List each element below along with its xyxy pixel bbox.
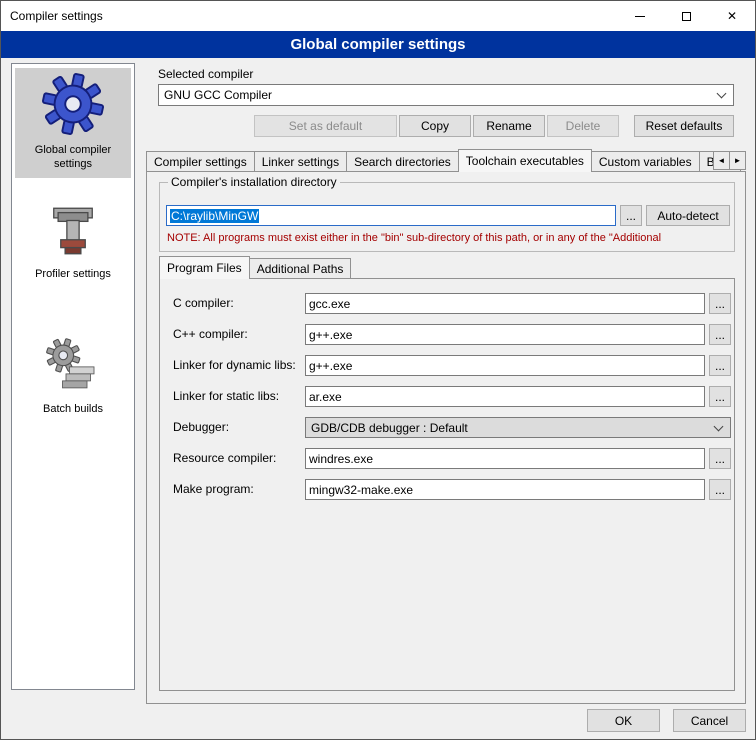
tab-linker-settings[interactable]: Linker settings — [254, 151, 347, 172]
profiler-icon — [45, 203, 101, 259]
dialog-content: Global compiler settings Profiler settin… — [1, 58, 755, 739]
settings-tabstrip: Compiler settings Linker settings Search… — [146, 149, 746, 172]
installation-directory-group: Compiler's installation directory C:\ray… — [159, 182, 735, 252]
tab-search-directories[interactable]: Search directories — [346, 151, 459, 172]
minimize-icon — [635, 16, 645, 17]
cpp-compiler-input[interactable] — [305, 324, 705, 345]
tab-additional-paths[interactable]: Additional Paths — [249, 258, 352, 279]
sidebar-item-global-compiler-settings[interactable]: Global compiler settings — [15, 68, 131, 178]
batch-builds-icon — [45, 338, 101, 394]
tab-compiler-settings[interactable]: Compiler settings — [146, 151, 255, 172]
debugger-select[interactable]: GDB/CDB debugger : Default — [305, 417, 731, 438]
close-button[interactable]: ✕ — [709, 1, 755, 31]
c-compiler-browse-button[interactable]: ... — [709, 293, 731, 314]
page-title: Global compiler settings — [1, 31, 755, 58]
cancel-button[interactable]: Cancel — [673, 709, 746, 732]
resource-compiler-label: Resource compiler: — [173, 451, 276, 465]
sidebar-item-label: Batch builds — [17, 403, 129, 417]
rename-button[interactable]: Rename — [473, 115, 545, 137]
static-linker-browse-button[interactable]: ... — [709, 386, 731, 407]
c-compiler-input[interactable] — [305, 293, 705, 314]
make-program-label: Make program: — [173, 482, 254, 496]
reset-defaults-button[interactable]: Reset defaults — [634, 115, 734, 137]
ok-button[interactable]: OK — [587, 709, 660, 732]
programs-tabstrip: Program Files Additional Paths — [159, 256, 735, 279]
debugger-value: GDB/CDB debugger : Default — [311, 421, 711, 435]
debugger-label: Debugger: — [173, 420, 229, 434]
selected-compiler-select[interactable]: GNU GCC Compiler — [158, 84, 734, 106]
copy-button[interactable]: Copy — [399, 115, 471, 137]
tab-program-files[interactable]: Program Files — [159, 256, 250, 279]
make-program-input[interactable] — [305, 479, 705, 500]
install-note: NOTE: All programs must exist either in … — [167, 232, 731, 244]
delete-button[interactable]: Delete — [547, 115, 619, 137]
sidebar-item-batch-builds[interactable]: Batch builds — [15, 333, 131, 423]
gear-icon — [42, 73, 104, 135]
tab-scroll-buttons: ◄ ► — [714, 151, 746, 170]
minimize-button[interactable] — [617, 1, 663, 31]
installation-directory-label: Compiler's installation directory — [168, 175, 340, 189]
program-files-panel: C compiler: ... C++ compiler: ... Linker… — [159, 278, 735, 691]
sidebar-item-label: Global compiler settings — [17, 144, 129, 172]
static-linker-label: Linker for static libs: — [173, 389, 279, 403]
window-title: Compiler settings — [1, 9, 617, 23]
installation-directory-browse-button[interactable]: ... — [620, 205, 642, 226]
sidebar-item-label: Profiler settings — [17, 268, 129, 282]
installation-directory-value: C:\raylib\MinGW — [170, 209, 259, 223]
selected-compiler-value: GNU GCC Compiler — [164, 88, 714, 102]
close-icon: ✕ — [727, 10, 737, 22]
chevron-down-icon — [714, 421, 724, 431]
make-program-browse-button[interactable]: ... — [709, 479, 731, 500]
tab-scroll-left-button[interactable]: ◄ — [713, 151, 730, 170]
sidebar-item-profiler-settings[interactable]: Profiler settings — [15, 198, 131, 288]
dynamic-linker-label: Linker for dynamic libs: — [173, 358, 296, 372]
titlebar[interactable]: Compiler settings ✕ — [1, 1, 755, 31]
toolchain-executables-panel: Compiler's installation directory C:\ray… — [146, 171, 746, 704]
dynamic-linker-input[interactable] — [305, 355, 705, 376]
category-sidebar: Global compiler settings Profiler settin… — [11, 63, 135, 690]
cpp-compiler-label: C++ compiler: — [173, 327, 248, 341]
compiler-settings-window: Compiler settings ✕ Global compiler sett… — [0, 0, 756, 740]
installation-directory-input[interactable]: C:\raylib\MinGW — [166, 205, 616, 226]
c-compiler-label: C compiler: — [173, 296, 234, 310]
maximize-icon — [682, 12, 691, 21]
resource-compiler-input[interactable] — [305, 448, 705, 469]
static-linker-input[interactable] — [305, 386, 705, 407]
resource-compiler-browse-button[interactable]: ... — [709, 448, 731, 469]
maximize-button[interactable] — [663, 1, 709, 31]
dynamic-linker-browse-button[interactable]: ... — [709, 355, 731, 376]
tab-toolchain-executables[interactable]: Toolchain executables — [458, 149, 592, 172]
tab-custom-variables[interactable]: Custom variables — [591, 151, 700, 172]
auto-detect-button[interactable]: Auto-detect — [646, 205, 730, 226]
cpp-compiler-browse-button[interactable]: ... — [709, 324, 731, 345]
chevron-down-icon — [717, 89, 727, 99]
set-as-default-button[interactable]: Set as default — [254, 115, 397, 137]
tab-scroll-right-button[interactable]: ► — [729, 151, 746, 170]
selected-compiler-label: Selected compiler — [158, 67, 253, 81]
